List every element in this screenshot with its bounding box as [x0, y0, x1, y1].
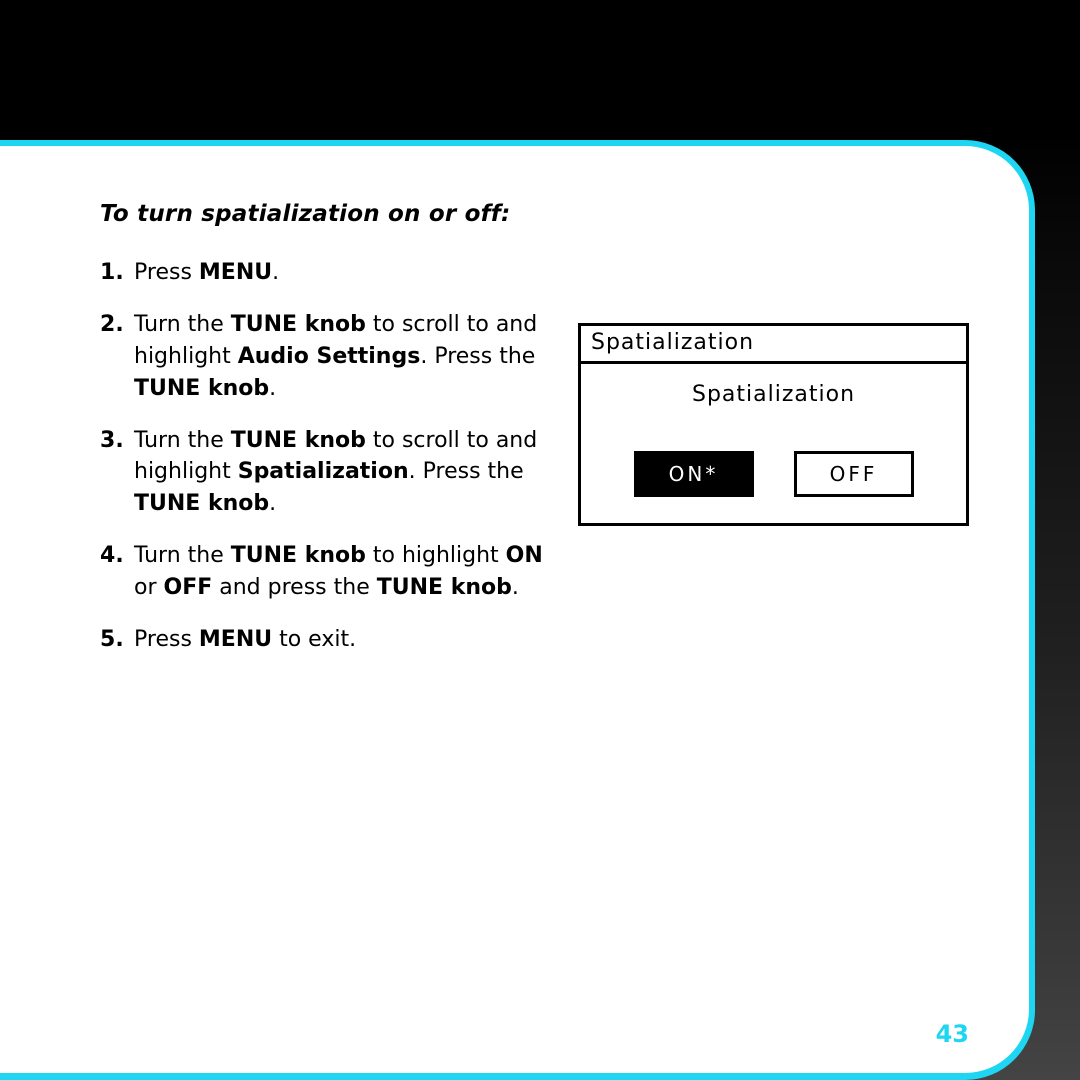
device-setting-label: Spatialization — [607, 382, 940, 407]
bold-tune-knob: TUNE knob — [134, 376, 269, 401]
step-text: or — [134, 575, 164, 600]
manual-page: To turn spatialization on or off: Press … — [0, 146, 1029, 1073]
bold-off: OFF — [164, 575, 213, 600]
device-screen-illustration: Spatialization Spatialization ON* OFF — [578, 323, 969, 526]
step-text: Turn the — [134, 543, 231, 568]
step-text: to exit. — [272, 627, 356, 652]
step-text: to highlight — [366, 543, 506, 568]
instruction-steps: Press MENU. Turn the TUNE knob to scroll… — [100, 257, 550, 676]
option-off: OFF — [794, 451, 914, 497]
device-title-bar: Spatialization — [581, 326, 966, 364]
section-heading: To turn spatialization on or off: — [100, 201, 969, 227]
bold-tune-knob: TUNE knob — [231, 428, 366, 453]
bold-audio-settings: Audio Settings — [238, 344, 421, 369]
bold-tune-knob: TUNE knob — [134, 491, 269, 516]
step-text: . — [272, 260, 279, 285]
step-3: Turn the TUNE knob to scroll to and high… — [100, 425, 550, 521]
option-on: ON* — [634, 451, 754, 497]
step-text: Turn the — [134, 312, 231, 337]
step-text: . Press the — [420, 344, 535, 369]
step-text: . — [512, 575, 519, 600]
step-text: Turn the — [134, 428, 231, 453]
step-text: and press the — [212, 575, 376, 600]
bold-spatialization: Spatialization — [238, 459, 409, 484]
device-body: Spatialization ON* OFF — [581, 364, 966, 523]
bold-menu: MENU — [199, 260, 272, 285]
bold-tune-knob: TUNE knob — [231, 543, 366, 568]
step-text: . Press the — [409, 459, 524, 484]
step-1: Press MENU. — [100, 257, 550, 289]
step-text: . — [269, 376, 276, 401]
step-2: Turn the TUNE knob to scroll to and high… — [100, 309, 550, 405]
bold-tune-knob: TUNE knob — [377, 575, 512, 600]
step-4: Turn the TUNE knob to highlight ON or OF… — [100, 540, 550, 604]
step-text: Press — [134, 260, 199, 285]
bold-tune-knob: TUNE knob — [231, 312, 366, 337]
step-text: . — [269, 491, 276, 516]
content-row: Press MENU. Turn the TUNE knob to scroll… — [100, 257, 969, 676]
bold-on: ON — [506, 543, 543, 568]
step-5: Press MENU to exit. — [100, 624, 550, 656]
page-number: 43 — [936, 1020, 969, 1048]
device-option-row: ON* OFF — [607, 451, 940, 497]
step-text: Press — [134, 627, 199, 652]
bold-menu: MENU — [199, 627, 272, 652]
